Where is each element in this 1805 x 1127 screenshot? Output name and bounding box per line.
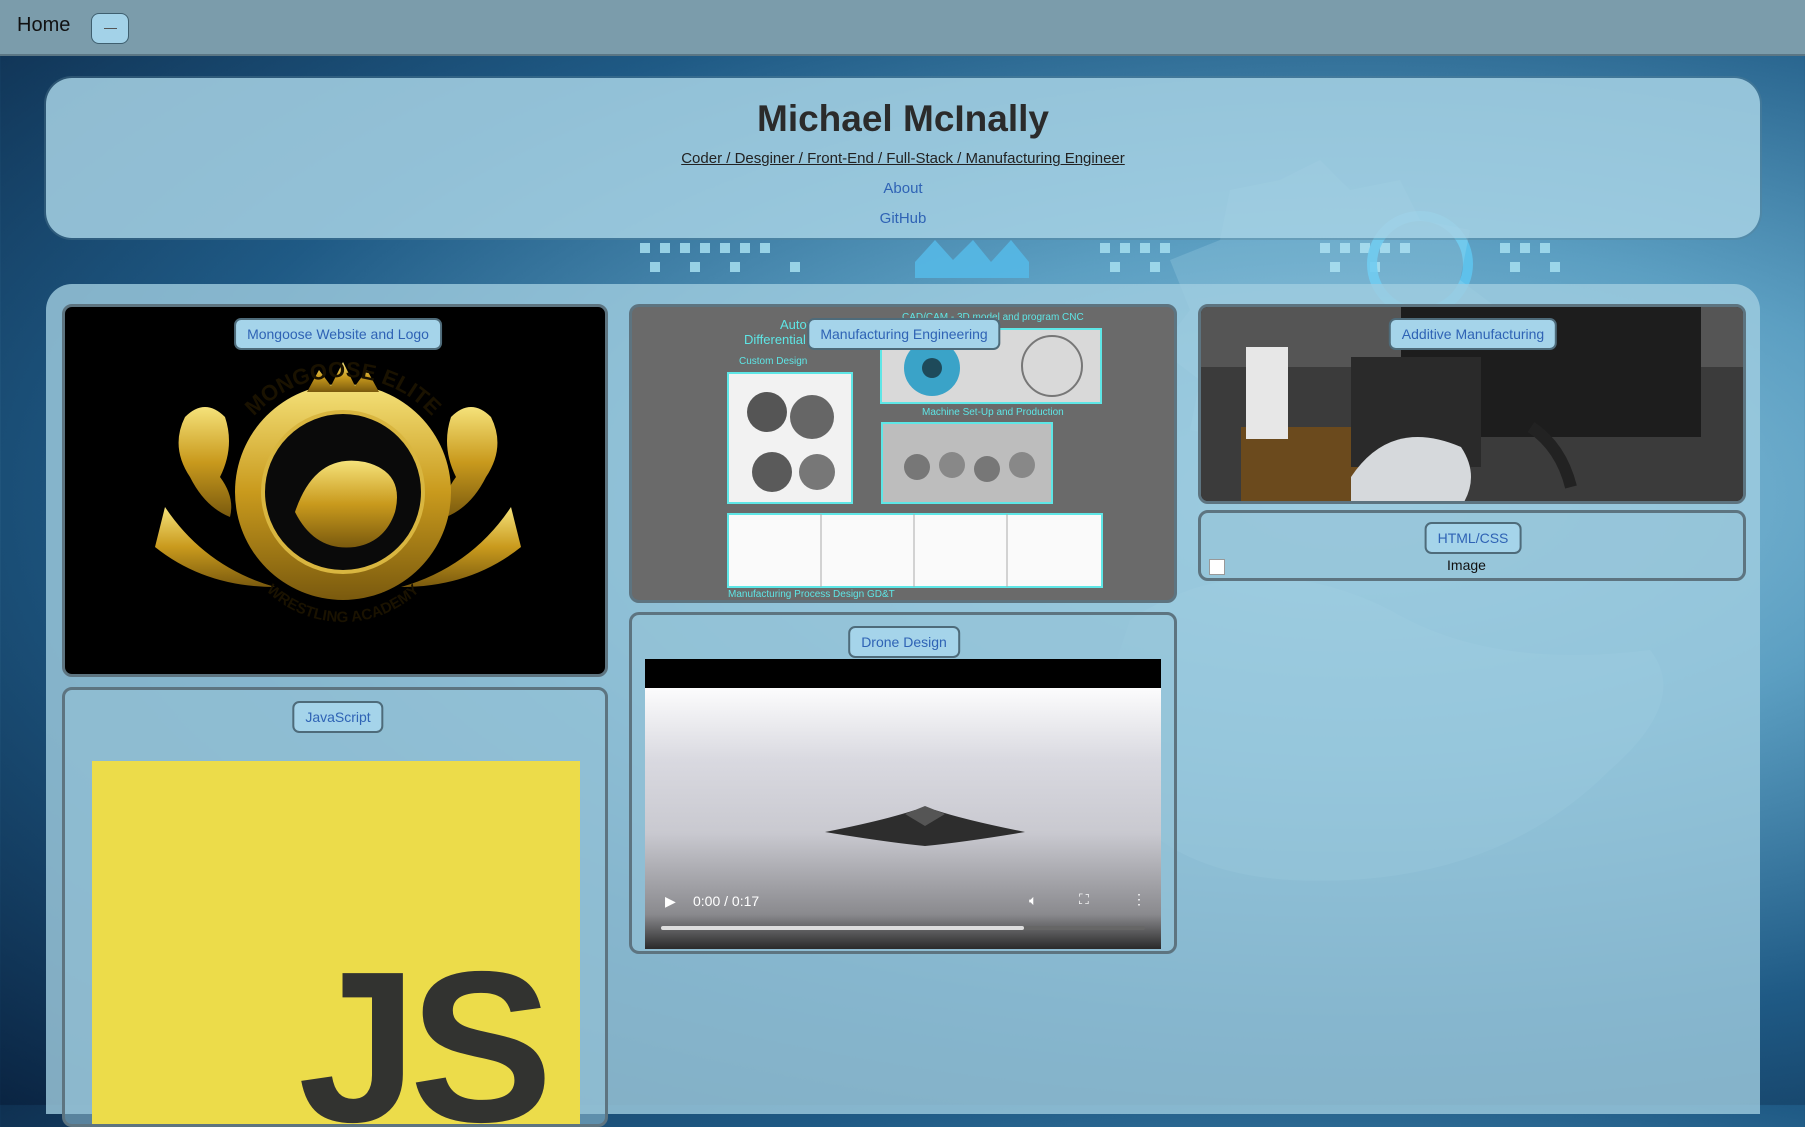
- mongoose-logo: MONGOOSE ELITE WRESTLING ACADEMY: [155, 357, 521, 626]
- page-subtitle: Coder / Desginer / Front-End / Full-Stac…: [681, 150, 1125, 167]
- video-time: 0:00 / 0:17: [693, 893, 760, 909]
- collage-custom-caption: Custom Design: [739, 356, 807, 367]
- javascript-logo: JS: [92, 761, 580, 1127]
- collage-process-caption: Manufacturing Process Design GD&T: [728, 589, 895, 600]
- about-link[interactable]: About: [46, 180, 1760, 197]
- video-letterbox: [645, 659, 1161, 688]
- collage-machine-caption: Machine Set-Up and Production: [922, 407, 1064, 418]
- broken-image-icon: [1209, 559, 1225, 575]
- drone-video-player[interactable]: ▶ 0:00 / 0:17 🔈︎ ⛶ ⋮: [645, 659, 1161, 949]
- play-icon[interactable]: ▶: [665, 893, 676, 910]
- mongoose-button[interactable]: Mongoose Website and Logo: [234, 318, 442, 350]
- manufacturing-engineering-button[interactable]: Manufacturing Engineering: [807, 318, 1001, 350]
- broken-image: Image: [1209, 557, 1724, 575]
- header-panel: Michael McInally Coder / Desginer / Fron…: [46, 78, 1760, 238]
- video-progress-fill: [661, 926, 1024, 930]
- hamburger-icon: [104, 28, 117, 29]
- nav-menu-toggle-button[interactable]: [91, 13, 129, 44]
- manufacturing-collage: Automatic Locking Differential CAD/CAM -…: [727, 312, 1103, 600]
- javascript-button[interactable]: JavaScript: [292, 701, 384, 733]
- javascript-card[interactable]: JavaScript JS: [62, 687, 608, 1127]
- mongoose-card[interactable]: Mongoose Website and Logo MONGOOSE ELITE…: [62, 304, 608, 677]
- html-css-card[interactable]: HTML/CSS Image: [1198, 510, 1746, 581]
- javascript-logo-text: JS: [298, 926, 553, 1127]
- drone-design-button[interactable]: Drone Design: [848, 626, 960, 658]
- top-navbar: Home: [0, 0, 1805, 56]
- page-title: Michael McInally: [757, 98, 1049, 139]
- manufacturing-engineering-card[interactable]: Manufacturing Engineering Automatic Lock…: [629, 304, 1177, 603]
- more-options-icon[interactable]: ⋮: [1132, 891, 1146, 908]
- volume-icon[interactable]: 🔈︎: [1029, 892, 1037, 909]
- github-link[interactable]: GitHub: [46, 210, 1760, 227]
- fullscreen-icon[interactable]: ⛶: [1079, 891, 1089, 908]
- drone-model: [825, 806, 1025, 846]
- additive-manufacturing-card[interactable]: Additive Manufacturing: [1198, 304, 1746, 504]
- video-progress-bar[interactable]: [661, 926, 1145, 930]
- additive-manufacturing-button[interactable]: Additive Manufacturing: [1388, 318, 1558, 350]
- nav-home-link[interactable]: Home: [17, 14, 70, 37]
- image-alt-text: Image: [1447, 557, 1486, 573]
- html-css-button[interactable]: HTML/CSS: [1424, 522, 1522, 554]
- collage-heading-2: Differential: [744, 332, 806, 347]
- drone-design-card: Drone Design ▶ 0:00 / 0:17 🔈︎ ⛶ ⋮: [629, 612, 1177, 954]
